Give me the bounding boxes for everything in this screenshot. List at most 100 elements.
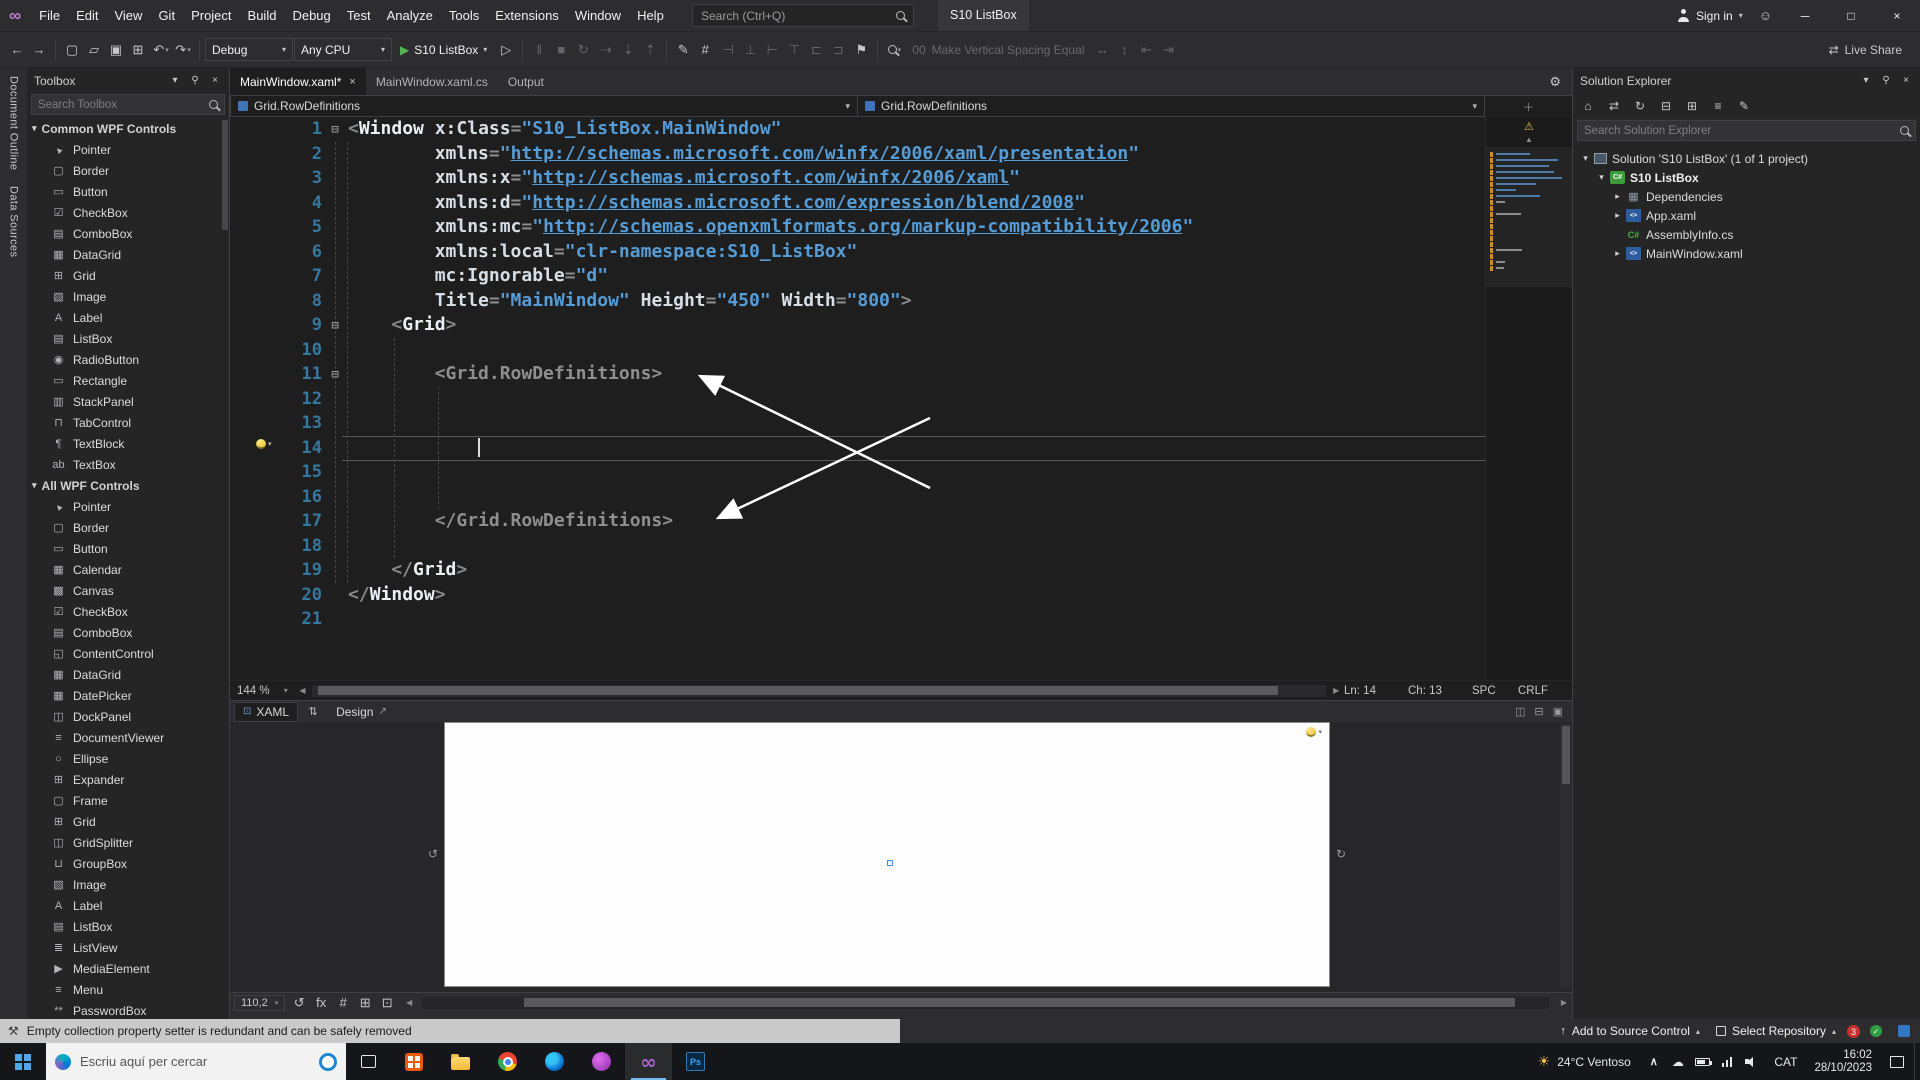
solution-explorer-search-input[interactable]: Search Solution Explorer (1577, 120, 1916, 141)
start-button[interactable] (0, 1043, 46, 1080)
language-indicator[interactable]: CAT (1765, 1055, 1806, 1069)
minimize-button[interactable]: ─ (1782, 0, 1828, 31)
zoom-icon[interactable]: ▾ (883, 38, 905, 62)
edit-style-icon[interactable]: ✎ (672, 38, 694, 62)
toolbox-item-datagrid[interactable]: ▦ DataGrid (27, 244, 229, 265)
fold-collapse-icon[interactable]: ⊟ (322, 117, 348, 142)
solution-configuration-dropdown[interactable]: Debug ▾ (205, 38, 293, 61)
code-line[interactable]: 19 </Grid> (230, 558, 1485, 583)
toolbox-item-expander[interactable]: ⊞ Expander (27, 769, 229, 790)
menu-extensions[interactable]: Extensions (487, 0, 567, 31)
open-file-icon[interactable]: ▱ (83, 38, 105, 62)
chevron-down-icon[interactable]: ▾ (1595, 172, 1608, 183)
close-icon[interactable]: × (208, 75, 222, 86)
feedback-icon[interactable]: ☺ (1759, 8, 1772, 23)
grid-center-adorner[interactable] (887, 859, 893, 866)
toolbox-item-datagrid[interactable]: ▦ DataGrid (27, 664, 229, 685)
code-line[interactable]: 21 (230, 607, 1485, 632)
tree-item-assemblyinfo-cs[interactable]: C# AssemblyInfo.cs (1573, 225, 1920, 244)
design-artboard[interactable]: ▾ ↺ ↻ (428, 722, 1346, 987)
code-line[interactable]: 10 (230, 338, 1485, 363)
code-line[interactable]: 5 xmlns:mc="http://schemas.openxmlformats… (230, 215, 1485, 240)
code-line[interactable]: 16 (230, 485, 1485, 510)
select-repository-button[interactable]: Select Repository ▴ (1715, 1024, 1836, 1038)
menu-git[interactable]: Git (150, 0, 183, 31)
increase-v-spacing-icon[interactable]: ⇥ (1157, 38, 1179, 62)
feedback-tile-icon[interactable] (1898, 1025, 1910, 1037)
show-next-statement-icon[interactable]: ⇢ (595, 38, 617, 62)
zoom-fit-icon[interactable]: ↺ (288, 991, 310, 1015)
taskbar-app-browser-profile[interactable] (578, 1043, 625, 1080)
tab-mainwindow-xaml-[interactable]: MainWindow.xaml* × (230, 68, 366, 95)
window-position-icon[interactable]: ▾ (1859, 75, 1873, 86)
toolbox-item-dockpanel[interactable]: ◫ DockPanel (27, 706, 229, 727)
taskbar-app-file-explorer[interactable] (437, 1043, 484, 1080)
menu-file[interactable]: File (31, 0, 68, 31)
close-icon[interactable]: × (349, 76, 355, 88)
code-editor[interactable]: 1 ⊟ <Window x:Class="S10_ListBox.MainWindo… (230, 117, 1572, 680)
step-over-icon[interactable]: ⇡ (639, 38, 661, 62)
toolbox-item-frame[interactable]: ▢ Frame (27, 790, 229, 811)
menu-test[interactable]: Test (339, 0, 379, 31)
minimap-scrollbar[interactable]: ⚠ ▲ (1485, 117, 1572, 680)
taskbar-search-input[interactable]: Escriu aquí per cercar (46, 1043, 346, 1080)
toolbox-item-contentcontrol[interactable]: ◱ ContentControl (27, 643, 229, 664)
solution-platform-dropdown[interactable]: Any CPU ▾ (294, 38, 392, 61)
designer-horizontal-scrollbar[interactable] (422, 996, 1549, 1009)
task-view-button[interactable] (346, 1043, 390, 1080)
battery-icon[interactable] (1694, 1057, 1712, 1066)
close-icon[interactable]: × (1899, 75, 1913, 86)
toolbox-item-textbox[interactable]: ab TextBox (27, 454, 229, 475)
code-line[interactable]: 17 </Grid.RowDefinitions> (230, 509, 1485, 534)
editor-zoom-dropdown[interactable]: 144 % ▾ (230, 685, 295, 697)
toolbox-item-combobox[interactable]: ▤ ComboBox (27, 223, 229, 244)
quick-search[interactable]: Search (Ctrl+Q) (692, 4, 914, 27)
collapse-pane-icon[interactable]: ▣ (1553, 705, 1563, 718)
scroll-right-icon[interactable]: ▶ (1328, 686, 1344, 695)
code-line[interactable]: 18 (230, 534, 1485, 559)
toolbox-item-pointer[interactable]: ▲ Pointer (27, 139, 229, 160)
toolbox-item-label[interactable]: A Label (27, 895, 229, 916)
home-icon[interactable]: ⌂ (1581, 96, 1595, 116)
menu-debug[interactable]: Debug (284, 0, 338, 31)
save-icon[interactable]: ▣ (105, 38, 127, 62)
swap-panes-icon[interactable]: ⇅ (303, 705, 323, 718)
redo-icon[interactable]: ↷ ▾ (172, 38, 194, 62)
show-all-files-icon[interactable]: ⊞ (1685, 96, 1699, 116)
taskbar-app-chrome[interactable] (484, 1043, 531, 1080)
close-button[interactable]: × (1874, 0, 1920, 31)
toolbox-item-canvas[interactable]: ▩ Canvas (27, 580, 229, 601)
breadcrumb-element-right[interactable]: Grid.RowDefinitions ▾ (858, 96, 1484, 116)
split-window-grip[interactable]: ＋ (1485, 95, 1572, 117)
align-bottoms-icon[interactable]: ⊐ (827, 38, 849, 62)
code-line[interactable]: 12 (230, 387, 1485, 412)
tab-output[interactable]: Output (498, 68, 554, 95)
quick-actions-lightbulb[interactable]: ▾ (256, 439, 272, 449)
code-line[interactable]: 15 (230, 460, 1485, 485)
undo-icon[interactable]: ↶ ▾ (150, 38, 172, 62)
chevron-right-icon[interactable]: ▸ (1611, 210, 1624, 221)
properties-icon[interactable]: ✎ (1737, 96, 1751, 116)
switch-views-icon[interactable]: ⇄ (1607, 96, 1621, 116)
maximize-button[interactable]: □ (1828, 0, 1874, 31)
start-debugging-button[interactable]: ▶ S10 ListBox ▾ (393, 38, 494, 61)
toolbox-scrollbar[interactable] (221, 118, 229, 1019)
toolbox-section-header[interactable]: ▾ Common WPF Controls (27, 118, 229, 139)
tree-item-s10-listbox[interactable]: ▾ C# S10 ListBox (1573, 168, 1920, 187)
toolbox-section-header[interactable]: ▾ All WPF Controls (27, 475, 229, 496)
toolbox-item-tabcontrol[interactable]: ⊓ TabControl (27, 412, 229, 433)
fold-collapse-icon[interactable]: ⊟ (322, 362, 348, 387)
toolbox-item-grid[interactable]: ⊞ Grid (27, 265, 229, 286)
live-share-button[interactable]: ⇄ Live Share (1829, 43, 1902, 57)
designer-vertical-scrollbar[interactable] (1560, 724, 1571, 988)
sync-with-active-document-icon[interactable]: ≡ (1711, 96, 1725, 116)
show-desktop-button[interactable] (1914, 1043, 1920, 1080)
code-line[interactable]: 7 mc:Ignorable="d" (230, 264, 1485, 289)
toolbox-item-mediaelement[interactable]: ▶ MediaElement (27, 958, 229, 979)
toolbox-item-checkbox[interactable]: ☑ CheckBox (27, 601, 229, 622)
menu-edit[interactable]: Edit (68, 0, 106, 31)
toolbox-item-grid[interactable]: ⊞ Grid (27, 811, 229, 832)
pin-icon[interactable]: ⚲ (1879, 75, 1893, 86)
scroll-right-icon[interactable]: ▶ (1556, 998, 1572, 1007)
designer-lightbulb[interactable]: ▾ (1306, 727, 1322, 737)
